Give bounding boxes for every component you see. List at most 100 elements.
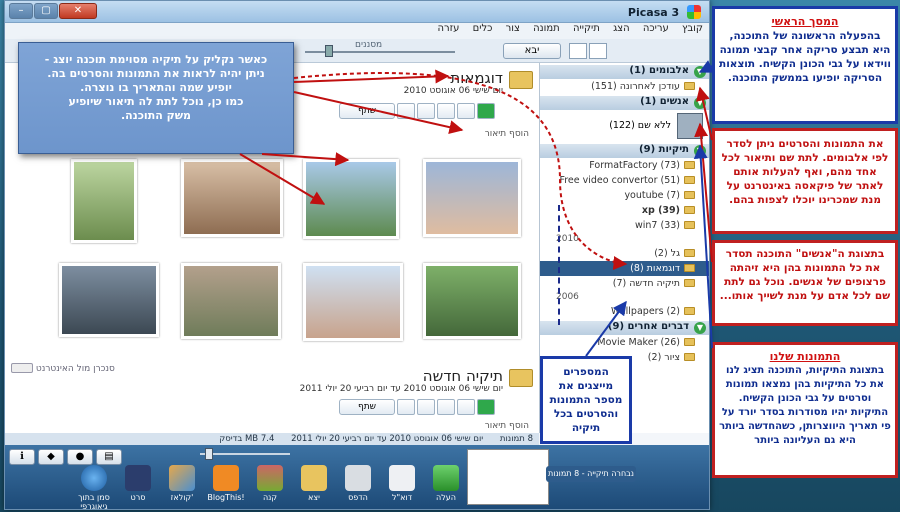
photo-thumbnail[interactable]: [303, 263, 403, 341]
list-view-icon[interactable]: [569, 43, 587, 59]
share-button[interactable]: שתף: [339, 399, 395, 415]
note-body: בתצוגת ה"אנשים" התוכנה תסדר את כל התמונו…: [719, 248, 891, 302]
face-thumbnail-icon: [677, 113, 703, 139]
folder-item[interactable]: youtube (7): [540, 188, 709, 203]
comment-icon[interactable]: ▤: [96, 449, 122, 465]
save-icon[interactable]: [417, 103, 435, 119]
albums-header[interactable]: ▼ אלבומים (1): [540, 65, 709, 79]
note-line: יופיע שמה והתאריך בו נוצרה.: [80, 81, 232, 94]
app-title-text: Picasa 3: [627, 6, 680, 19]
tray-size-knob[interactable]: [205, 448, 213, 460]
collapse-icon[interactable]: ▼: [694, 66, 706, 78]
upload-tool[interactable]: העלה: [427, 465, 465, 511]
tray-size-slider[interactable]: [200, 453, 290, 455]
email-tool[interactable]: דוא"ל: [383, 465, 421, 511]
album-item[interactable]: עודכן לאחרונה (151): [540, 79, 709, 94]
menu-picture[interactable]: תמונה: [533, 23, 560, 34]
folder-item[interactable]: Free video convertor (51): [540, 173, 709, 188]
tag-icon[interactable]: ◆: [38, 449, 64, 465]
movie-tool[interactable]: סרט: [119, 465, 157, 511]
photo-thumbnail[interactable]: [181, 263, 281, 339]
add-description-link[interactable]: הוסף תיאור: [485, 129, 529, 139]
folder-item[interactable]: Wallpapers (2): [540, 304, 709, 319]
folder-icon: [684, 264, 695, 272]
folders-header[interactable]: ▼ תיקיות (9): [540, 144, 709, 158]
add-description-link[interactable]: הוסף תיאור: [485, 421, 529, 431]
export-folder-icon: [301, 465, 327, 491]
movie-icon[interactable]: [457, 399, 475, 415]
person-item[interactable]: ללא שם (122): [540, 110, 709, 142]
note-body: בתצוגת התיקיות, התוכנה תציג לנו את כל הת…: [719, 365, 891, 446]
note-body: בהפעלה הראשונה של התוכנה, היא תבצע סריקה…: [719, 30, 891, 84]
note-body: המספרים מייצגים את מספר התמונות והסרטים …: [549, 366, 623, 434]
star-icon[interactable]: [397, 103, 415, 119]
maximize-button[interactable]: ▢: [34, 3, 58, 19]
collapse-icon[interactable]: ▼: [694, 97, 706, 109]
menu-create[interactable]: צור: [506, 23, 520, 34]
share-button[interactable]: שתף: [339, 103, 395, 119]
folder-icon: [684, 161, 695, 169]
folder-item[interactable]: FormatFactory (73): [540, 158, 709, 173]
folder-item[interactable]: גל (2): [540, 246, 709, 261]
import-button[interactable]: יבא: [503, 43, 561, 59]
other-header[interactable]: ▼ דברים אחרים (9): [540, 321, 709, 335]
tool-label: סמן בתוך גיאוגרפי: [78, 493, 110, 511]
collage-tool[interactable]: קולאז': [163, 465, 201, 511]
folder-item[interactable]: xp (39): [540, 203, 709, 218]
picasa-logo-icon: [687, 5, 701, 19]
collapse-icon[interactable]: ▼: [694, 145, 706, 157]
buy-tool[interactable]: קנה: [251, 465, 289, 511]
menu-help[interactable]: עזרה: [438, 23, 460, 34]
star-icon[interactable]: [397, 399, 415, 415]
folder-label: Movie Maker (26): [597, 337, 680, 348]
photo-thumbnail[interactable]: [71, 159, 137, 243]
filter-slider-knob[interactable]: [325, 45, 333, 57]
albums-label: אלבומים (1): [629, 65, 689, 76]
note-numbers: המספרים מייצגים את מספר התמונות והסרטים …: [540, 356, 632, 444]
folder-label: FormatFactory (73): [589, 160, 680, 171]
sync-toggle[interactable]: [11, 363, 33, 373]
photo-thumbnail[interactable]: [181, 159, 283, 237]
video-thumbnail[interactable]: [59, 263, 159, 337]
menu-folder[interactable]: תיקייה: [573, 23, 600, 34]
sync-label: סנכרן מול האינטרנט: [35, 364, 115, 374]
geotag-tool[interactable]: סמן בתוך גיאוגרפי: [75, 465, 113, 511]
menu-file[interactable]: קובץ: [682, 23, 703, 34]
folder-item[interactable]: תיקיה חדשה (7): [540, 276, 709, 291]
photo-thumbnail[interactable]: [303, 159, 399, 239]
tray-held-box: [467, 449, 549, 505]
collage-icon[interactable]: [437, 399, 455, 415]
tray-selection-caption: נבחרה תיקייה - 8 תמונות: [546, 466, 636, 482]
collapse-icon[interactable]: ▼: [694, 322, 706, 334]
save-icon[interactable]: [417, 399, 435, 415]
folder-actions: שתף: [339, 399, 495, 415]
movie-icon[interactable]: [457, 103, 475, 119]
menu-edit[interactable]: עריכה: [643, 23, 669, 34]
print-tool[interactable]: הדפס: [339, 465, 377, 511]
grid-view-icon[interactable]: [589, 43, 607, 59]
play-slideshow-icon[interactable]: [477, 399, 495, 415]
collage-icon[interactable]: [437, 103, 455, 119]
photo-thumbnail[interactable]: [423, 263, 521, 339]
menu-view[interactable]: הצג: [613, 23, 630, 34]
folder-item[interactable]: win7 (33): [540, 218, 709, 233]
note-our-photos: התמונות שלנו בתצוגת התיקיות, התוכנה תציג…: [712, 342, 898, 478]
status-range: יום שישי 06 אוגוסט 2010 עד יום רביעי 20 …: [291, 434, 484, 444]
export-tool[interactable]: יצא: [295, 465, 333, 511]
menu-tools[interactable]: כלים: [473, 23, 493, 34]
envelope-icon: [389, 465, 415, 491]
folder-label: דוגמאות (8): [630, 263, 680, 274]
folder-item-selected[interactable]: דוגמאות (8): [540, 261, 709, 276]
close-button[interactable]: ✕: [59, 3, 97, 19]
geotag-pin-icon[interactable]: ●: [67, 449, 93, 465]
other-label: דברים אחרים (9): [607, 321, 689, 332]
people-header[interactable]: ▼ אנשים (1): [540, 96, 709, 110]
minimize-button[interactable]: –: [9, 3, 33, 19]
photo-thumbnail[interactable]: [423, 159, 521, 237]
folder-item[interactable]: Movie Maker (26): [540, 335, 709, 350]
play-slideshow-icon[interactable]: [477, 103, 495, 119]
folder-icon: [684, 206, 695, 214]
info-icon[interactable]: ℹ: [9, 449, 35, 465]
blogthis-tool[interactable]: BlogThis!: [207, 465, 245, 511]
folder-dashed-marker: [558, 205, 560, 325]
